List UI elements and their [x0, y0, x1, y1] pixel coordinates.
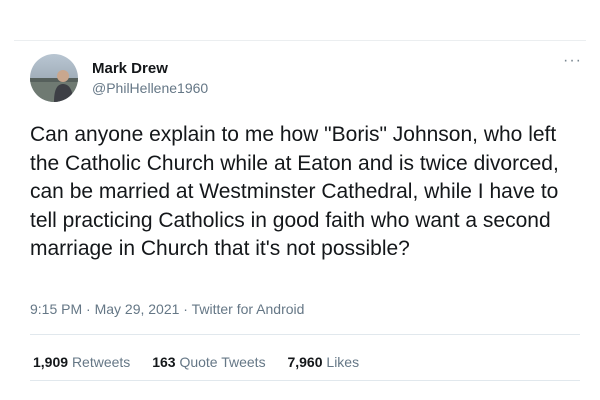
tweet-card: Mark Drew @PhilHellene1960 ··· Can anyon… — [0, 0, 600, 400]
author-handle[interactable]: @PhilHellene1960 — [92, 80, 208, 96]
retweets-stat[interactable]: 1,909 Retweets — [33, 354, 130, 370]
top-divider — [14, 40, 586, 41]
avatar-photo-icon — [30, 54, 78, 102]
author-display-name[interactable]: Mark Drew — [92, 60, 168, 77]
quote-tweets-stat[interactable]: 163 Quote Tweets — [152, 354, 265, 370]
retweets-count: 1,909 — [33, 354, 69, 370]
likes-count: 7,960 — [287, 354, 323, 370]
likes-label: Likes — [326, 354, 360, 370]
tweet-timestamp-source[interactable]: 9:15 PM · May 29, 2021 · Twitter for And… — [30, 301, 304, 317]
likes-stat[interactable]: 7,960 Likes — [287, 354, 359, 370]
quote-tweets-label: Quote Tweets — [179, 354, 266, 370]
quote-tweets-count: 163 — [152, 354, 176, 370]
more-horizontal-icon[interactable]: ··· — [563, 53, 582, 69]
engagement-stats: 1,909 Retweets 163 Quote Tweets 7,960 Li… — [33, 354, 377, 370]
meta-divider — [30, 334, 580, 335]
retweets-label: Retweets — [71, 354, 131, 370]
avatar[interactable] — [30, 54, 78, 102]
stats-divider — [30, 380, 580, 381]
tweet-text: Can anyone explain to me how "Boris" Joh… — [30, 123, 559, 260]
